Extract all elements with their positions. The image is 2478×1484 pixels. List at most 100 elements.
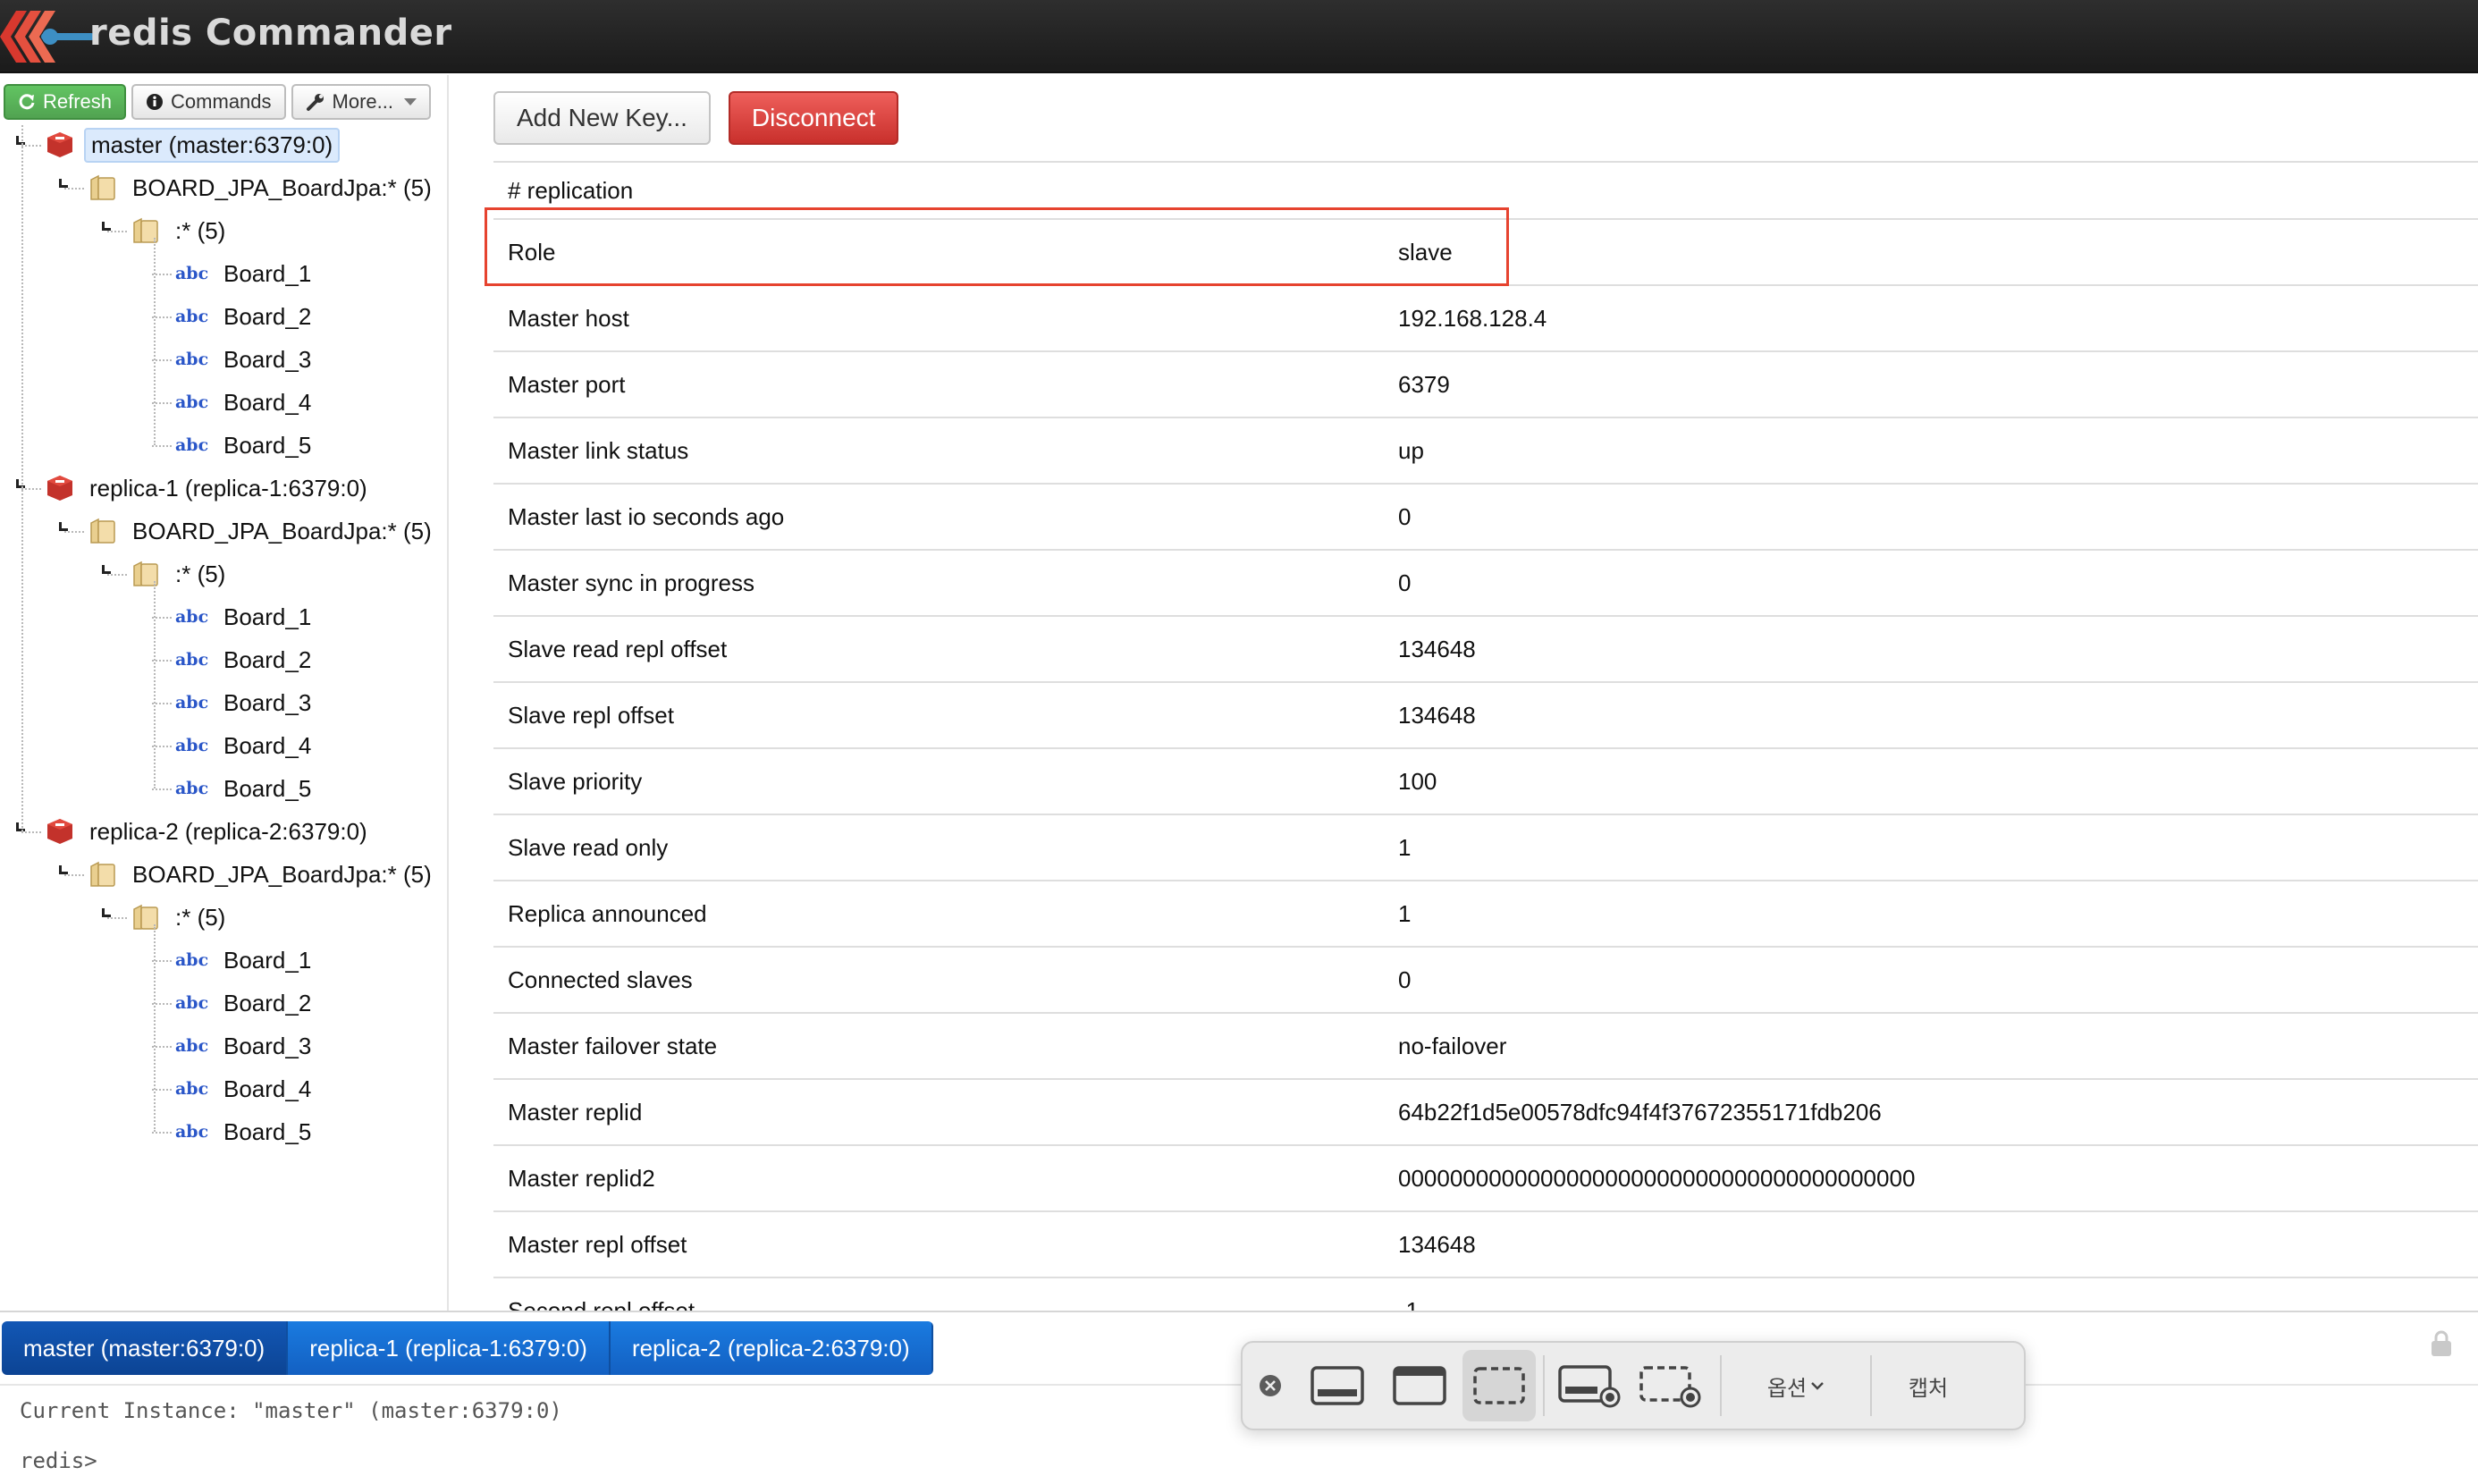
tree-server-1-label: replica-1 (replica-1:6379:0) [89, 474, 367, 502]
tree-key-label: Board_2 [223, 645, 312, 673]
string-type-icon: abc [175, 607, 209, 627]
tree-subfolder-label: :* (5) [175, 216, 226, 244]
close-capture-button[interactable] [1243, 1350, 1298, 1421]
tree-key[interactable]: abc Board_2 [175, 640, 316, 679]
sidebar: Refresh Commands More... master (master:… [0, 75, 449, 1311]
window-icon [1393, 1366, 1446, 1405]
info-key: Slave repl offset [508, 701, 674, 729]
record-screen-icon [1558, 1365, 1621, 1408]
redis-server-icon [47, 476, 72, 501]
tree-key[interactable]: abc Board_1 [175, 940, 316, 980]
tree-key[interactable]: abc Board_1 [175, 597, 316, 637]
tree-folder[interactable]: BOARD_JPA_BoardJpa:* (5) [88, 855, 437, 894]
tree-key[interactable]: abc Board_3 [175, 340, 316, 379]
info-value: up [1398, 436, 1424, 464]
tree-connector [152, 1132, 172, 1134]
string-type-icon: abc [175, 435, 209, 455]
info-row: Slave repl offset 134648 [493, 681, 2478, 747]
tree-key-label: Board_4 [223, 731, 312, 759]
tree-server-2-label: replica-2 (replica-2:6379:0) [89, 817, 367, 845]
commands-button[interactable]: Commands [131, 84, 286, 120]
tree-key[interactable]: abc Board_4 [175, 726, 316, 765]
tree-expand-toggle[interactable] [102, 222, 111, 231]
refresh-label: Refresh [43, 90, 113, 113]
info-value: 100 [1398, 767, 1437, 795]
tree-expand-toggle[interactable] [16, 479, 25, 488]
tree-expand-toggle[interactable] [102, 565, 111, 574]
tree-key[interactable]: abc Board_4 [175, 1069, 316, 1109]
tree-key[interactable]: abc Board_5 [175, 426, 316, 465]
more-dropdown-button[interactable]: More... [291, 84, 431, 120]
tree-expand-toggle[interactable] [59, 179, 68, 188]
tree-key[interactable]: abc Board_3 [175, 1026, 316, 1066]
more-label: More... [332, 90, 393, 113]
options-dropdown-button[interactable]: 옵션 [1729, 1350, 1863, 1421]
tree-key-label: Board_5 [223, 431, 312, 459]
tree-folder[interactable]: BOARD_JPA_BoardJpa:* (5) [88, 168, 437, 207]
chevron-down-icon [1811, 1382, 1824, 1390]
record-screen-button[interactable] [1552, 1350, 1627, 1421]
disconnect-button[interactable]: Disconnect [728, 91, 899, 145]
capture-button[interactable]: 캡처 [1879, 1350, 1977, 1421]
tree-folder[interactable]: BOARD_JPA_BoardJpa:* (5) [88, 511, 437, 551]
tree-key-label: Board_1 [223, 946, 312, 974]
tree-key[interactable]: abc Board_2 [175, 297, 316, 336]
tree-key[interactable]: abc Board_2 [175, 983, 316, 1023]
info-key: Master failover state [508, 1032, 718, 1059]
info-value: 6379 [1398, 370, 1450, 398]
tree-server-0[interactable]: master (master:6379:0) [45, 125, 341, 164]
tree-key[interactable]: abc Board_3 [175, 683, 316, 722]
tree-key[interactable]: abc Board_4 [175, 383, 316, 422]
console-prompt[interactable]: redis> [20, 1448, 97, 1473]
tree-expand-toggle[interactable] [16, 136, 25, 145]
toolbar-divider [1543, 1355, 1545, 1416]
brand[interactable]: redis Commander [0, 0, 451, 73]
tree-connector [64, 188, 84, 190]
tree-subfolder[interactable]: :* (5) [131, 211, 231, 250]
tree-expand-toggle[interactable] [102, 908, 111, 917]
tree-connector [152, 788, 172, 790]
capture-entire-screen-button[interactable] [1298, 1350, 1377, 1421]
tree-key[interactable]: abc Board_5 [175, 1112, 316, 1151]
tree-connector [107, 917, 127, 919]
info-row: Master repl offset 134648 [493, 1210, 2478, 1277]
tree-key-label: Board_3 [223, 1032, 312, 1059]
tree-server-1[interactable]: replica-1 (replica-1:6379:0) [45, 468, 373, 508]
lock-icon[interactable] [2430, 1330, 2453, 1357]
info-row: Slave read only 1 [493, 814, 2478, 880]
capture-selection-button[interactable] [1462, 1350, 1536, 1421]
info-icon [147, 94, 164, 110]
instance-tab-0[interactable]: master (master:6379:0) [2, 1321, 289, 1375]
capture-window-button[interactable] [1377, 1350, 1462, 1421]
tree-expand-toggle[interactable] [59, 865, 68, 874]
add-new-key-button[interactable]: Add New Key... [493, 91, 711, 145]
refresh-button[interactable]: Refresh [4, 84, 127, 120]
info-key: Master replid [508, 1098, 643, 1126]
role-highlight-box [485, 207, 1509, 286]
server-info-table: # replication Role slave Master host 192.16… [493, 161, 2478, 1311]
tree-subfolder-label: :* (5) [175, 560, 226, 587]
tree-connector [107, 231, 127, 232]
tree-expand-toggle[interactable] [16, 822, 25, 831]
tree-server-2[interactable]: replica-2 (replica-2:6379:0) [45, 812, 373, 851]
info-row: Master replid 64b22f1d5e00578dfc94f4f3767… [493, 1078, 2478, 1144]
instance-tab-1[interactable]: replica-1 (replica-1:6379:0) [288, 1321, 611, 1375]
record-selection-button[interactable] [1627, 1350, 1713, 1421]
tree-connector [64, 531, 84, 533]
tree-key[interactable]: abc Board_1 [175, 254, 316, 293]
tree-subfolder[interactable]: :* (5) [131, 554, 231, 594]
redis-server-icon [47, 132, 72, 157]
tree-subfolder[interactable]: :* (5) [131, 898, 231, 937]
info-row: Master last io seconds ago 0 [493, 483, 2478, 549]
info-row: Master replid2 00000000000000000000000000… [493, 1144, 2478, 1210]
instance-tab-2[interactable]: replica-2 (replica-2:6379:0) [610, 1321, 933, 1375]
tree-key-label: Board_1 [223, 603, 312, 630]
info-row: Slave priority 100 [493, 747, 2478, 814]
tree-folder-label: BOARD_JPA_BoardJpa:* (5) [132, 860, 432, 888]
tree-key[interactable]: abc Board_5 [175, 769, 316, 808]
string-type-icon: abc [175, 307, 209, 326]
tree-expand-toggle[interactable] [59, 522, 68, 531]
capture-label: 캡처 [1908, 1375, 1949, 1401]
info-key: Slave read repl offset [508, 635, 728, 662]
tree-folder-label: BOARD_JPA_BoardJpa:* (5) [132, 173, 432, 201]
